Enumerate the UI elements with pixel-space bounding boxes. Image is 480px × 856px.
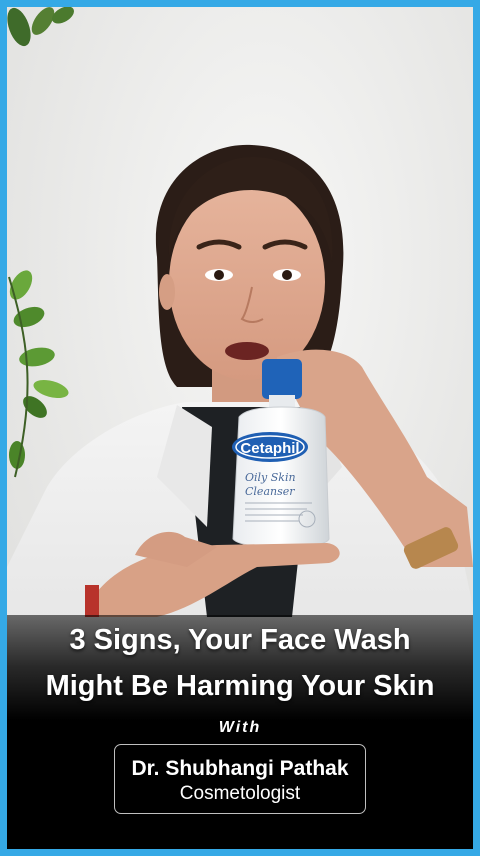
headline-line-1: 3 Signs, Your Face Wash (69, 624, 411, 656)
presenter-name: Dr. Shubhangi Pathak (131, 757, 349, 780)
video-frame: Cetaphil Oily Skin Cleanser 3 Signs, You… (0, 0, 480, 856)
with-label: With (218, 719, 262, 736)
bottle-line1-text: Oily Skin (245, 471, 296, 484)
presenter-card: Dr. Shubhangi Pathak Cosmetologist (114, 744, 366, 814)
headline-line-2: Might Be Harming Your Skin (45, 670, 435, 702)
bottle-brand-text: Cetaphil (240, 440, 299, 457)
presenter-title: Cosmetologist (179, 783, 301, 804)
bottle-line2-text: Cleanser (245, 485, 295, 498)
